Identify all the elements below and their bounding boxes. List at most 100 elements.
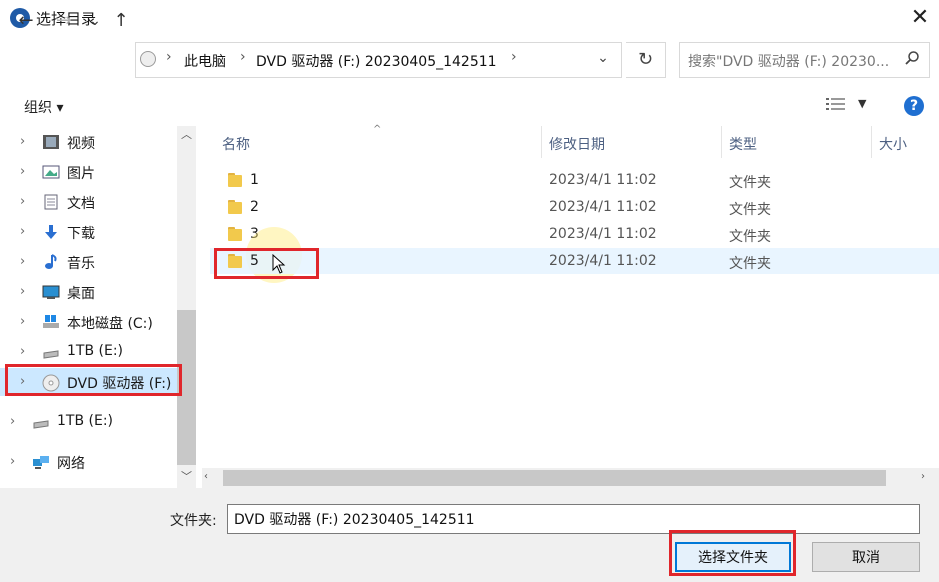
file-row[interactable]: 2 2023/4/1 11:02 文件夹 [210,194,939,220]
mouse-cursor-icon [272,253,286,278]
scroll-left-icon[interactable]: ‹ [204,471,208,482]
expand-chevron-icon[interactable]: › [20,194,25,209]
sort-ascending-icon: ^ [373,124,382,135]
folder-icon [228,227,242,241]
file-modified: 2023/4/1 11:02 [549,199,657,215]
sidebar-item-documents[interactable]: › 文档 [0,188,180,216]
expand-chevron-icon[interactable]: › [20,284,25,299]
pictures-icon [42,164,60,180]
sidebar-item-downloads[interactable]: › 下载 [0,218,180,246]
sidebar-item-label: 1TB (E:) [57,413,113,429]
folder-name-input[interactable] [227,504,920,534]
sidebar-item-label: 图片 [67,166,95,182]
dvd-icon [140,51,156,67]
column-header-type[interactable]: 类型 [729,134,757,154]
file-modified: 2023/4/1 11:02 [549,226,657,242]
network-icon [32,454,50,470]
sidebar-item-label: 网络 [57,456,85,472]
sidebar-item-label: 桌面 [67,286,95,302]
scroll-right-icon[interactable]: › [921,471,925,482]
expand-chevron-icon[interactable]: › [20,314,25,329]
sidebar-item-network[interactable]: › 网络 [0,448,170,476]
breadcrumb-this-pc[interactable]: 此电脑 [184,51,226,71]
file-row[interactable]: 3 2023/4/1 11:02 文件夹 [210,221,939,247]
sidebar-item-1tb-e[interactable]: › 1TB (E:) [0,408,170,436]
sidebar-item-label: 下载 [67,226,95,242]
folder-field-label: 文件夹: [170,513,217,529]
view-dropdown-icon[interactable]: ▼ [858,97,866,110]
column-header-name[interactable]: 名称 [222,134,250,154]
expand-chevron-icon[interactable]: › [20,224,25,239]
breadcrumb-separator-icon[interactable]: › [166,49,172,65]
forward-button[interactable]: → [53,10,75,32]
sidebar-item-videos[interactable]: › 视频 [0,128,180,156]
file-row[interactable]: 1 2023/4/1 11:02 文件夹 [210,167,939,193]
file-row-selected[interactable]: 5 2023/4/1 11:02 文件夹 [210,248,939,274]
drive-icon [32,414,50,430]
folder-icon [228,254,242,268]
search-input[interactable]: 搜索"DVD 驱动器 (F:) 20230... [688,51,898,71]
scroll-down-icon[interactable]: ﹀ [177,468,196,488]
column-divider[interactable] [721,126,722,158]
sidebar-item-label: 本地磁盘 (C:) [67,316,153,332]
file-modified: 2023/4/1 11:02 [549,172,657,188]
column-divider[interactable] [871,126,872,158]
file-name: 5 [250,253,259,269]
up-button[interactable]: ↑ [110,10,132,32]
sidebar-item-dvd-drive-f[interactable]: › DVD 驱动器 (F:) [0,368,180,396]
sidebar-item-label: 1TB (E:) [67,343,123,359]
sidebar-item-label: 文档 [67,196,95,212]
expand-chevron-icon[interactable]: › [20,254,25,269]
column-header-modified[interactable]: 修改日期 [549,134,605,154]
back-button[interactable]: ← [15,10,37,32]
file-name: 1 [250,172,259,188]
music-icon [42,254,60,270]
breadcrumb-dvd-drive[interactable]: DVD 驱动器 (F:) 20230405_142511 [256,51,497,71]
expand-chevron-icon[interactable]: › [20,344,25,359]
sidebar-item-local-disk-c[interactable]: › 本地磁盘 (C:) [0,308,180,336]
file-name: 2 [250,199,259,215]
file-modified: 2023/4/1 11:02 [549,253,657,269]
sidebar-item-label: 视频 [67,136,95,152]
sidebar-item-1tb-e[interactable]: › 1TB (E:) [0,338,180,366]
dvd-icon [42,374,60,392]
sidebar-item-pictures[interactable]: › 图片 [0,158,180,186]
file-type: 文件夹 [729,202,771,218]
download-icon [42,224,60,240]
recent-locations-dropdown[interactable]: ⌄ [84,10,106,32]
search-icon[interactable] [904,50,920,70]
folder-icon [228,173,242,187]
expand-chevron-icon[interactable]: › [20,134,25,149]
desktop-icon [42,284,60,300]
breadcrumb-separator-icon[interactable]: › [511,49,517,65]
address-dropdown-icon[interactable]: ⌄ [592,50,614,70]
expand-chevron-icon[interactable]: › [10,414,15,429]
sidebar-item-desktop[interactable]: › 桌面 [0,278,180,306]
video-icon [42,134,60,150]
column-header-size[interactable]: 大小 [879,134,907,154]
column-divider[interactable] [541,126,542,158]
expand-chevron-icon[interactable]: › [20,374,25,389]
breadcrumb-separator-icon[interactable]: › [240,49,246,65]
sidebar-item-music[interactable]: › 音乐 [0,248,180,276]
windows-drive-icon [42,314,60,330]
organize-menu[interactable]: 组织 ▾ [24,97,63,117]
sidebar-scrollbar-thumb[interactable] [177,310,196,465]
file-type: 文件夹 [729,175,771,191]
drive-icon [42,344,60,360]
view-options-icon[interactable] [826,97,846,115]
horizontal-scrollbar-thumb[interactable] [223,470,886,486]
file-type: 文件夹 [729,229,771,245]
cancel-button[interactable]: 取消 [812,542,920,572]
scroll-up-icon[interactable]: ︿ [177,126,196,146]
dialog-footer [0,488,939,582]
sidebar-item-label: DVD 驱动器 (F:) [67,376,172,392]
title-bar [0,0,939,36]
refresh-button[interactable]: ↻ [626,42,666,78]
expand-chevron-icon[interactable]: › [10,454,15,469]
help-button[interactable]: ? [904,96,924,116]
expand-chevron-icon[interactable]: › [20,164,25,179]
file-type: 文件夹 [729,256,771,272]
close-button[interactable]: ✕ [906,4,934,32]
select-folder-button[interactable]: 选择文件夹 [675,542,791,572]
